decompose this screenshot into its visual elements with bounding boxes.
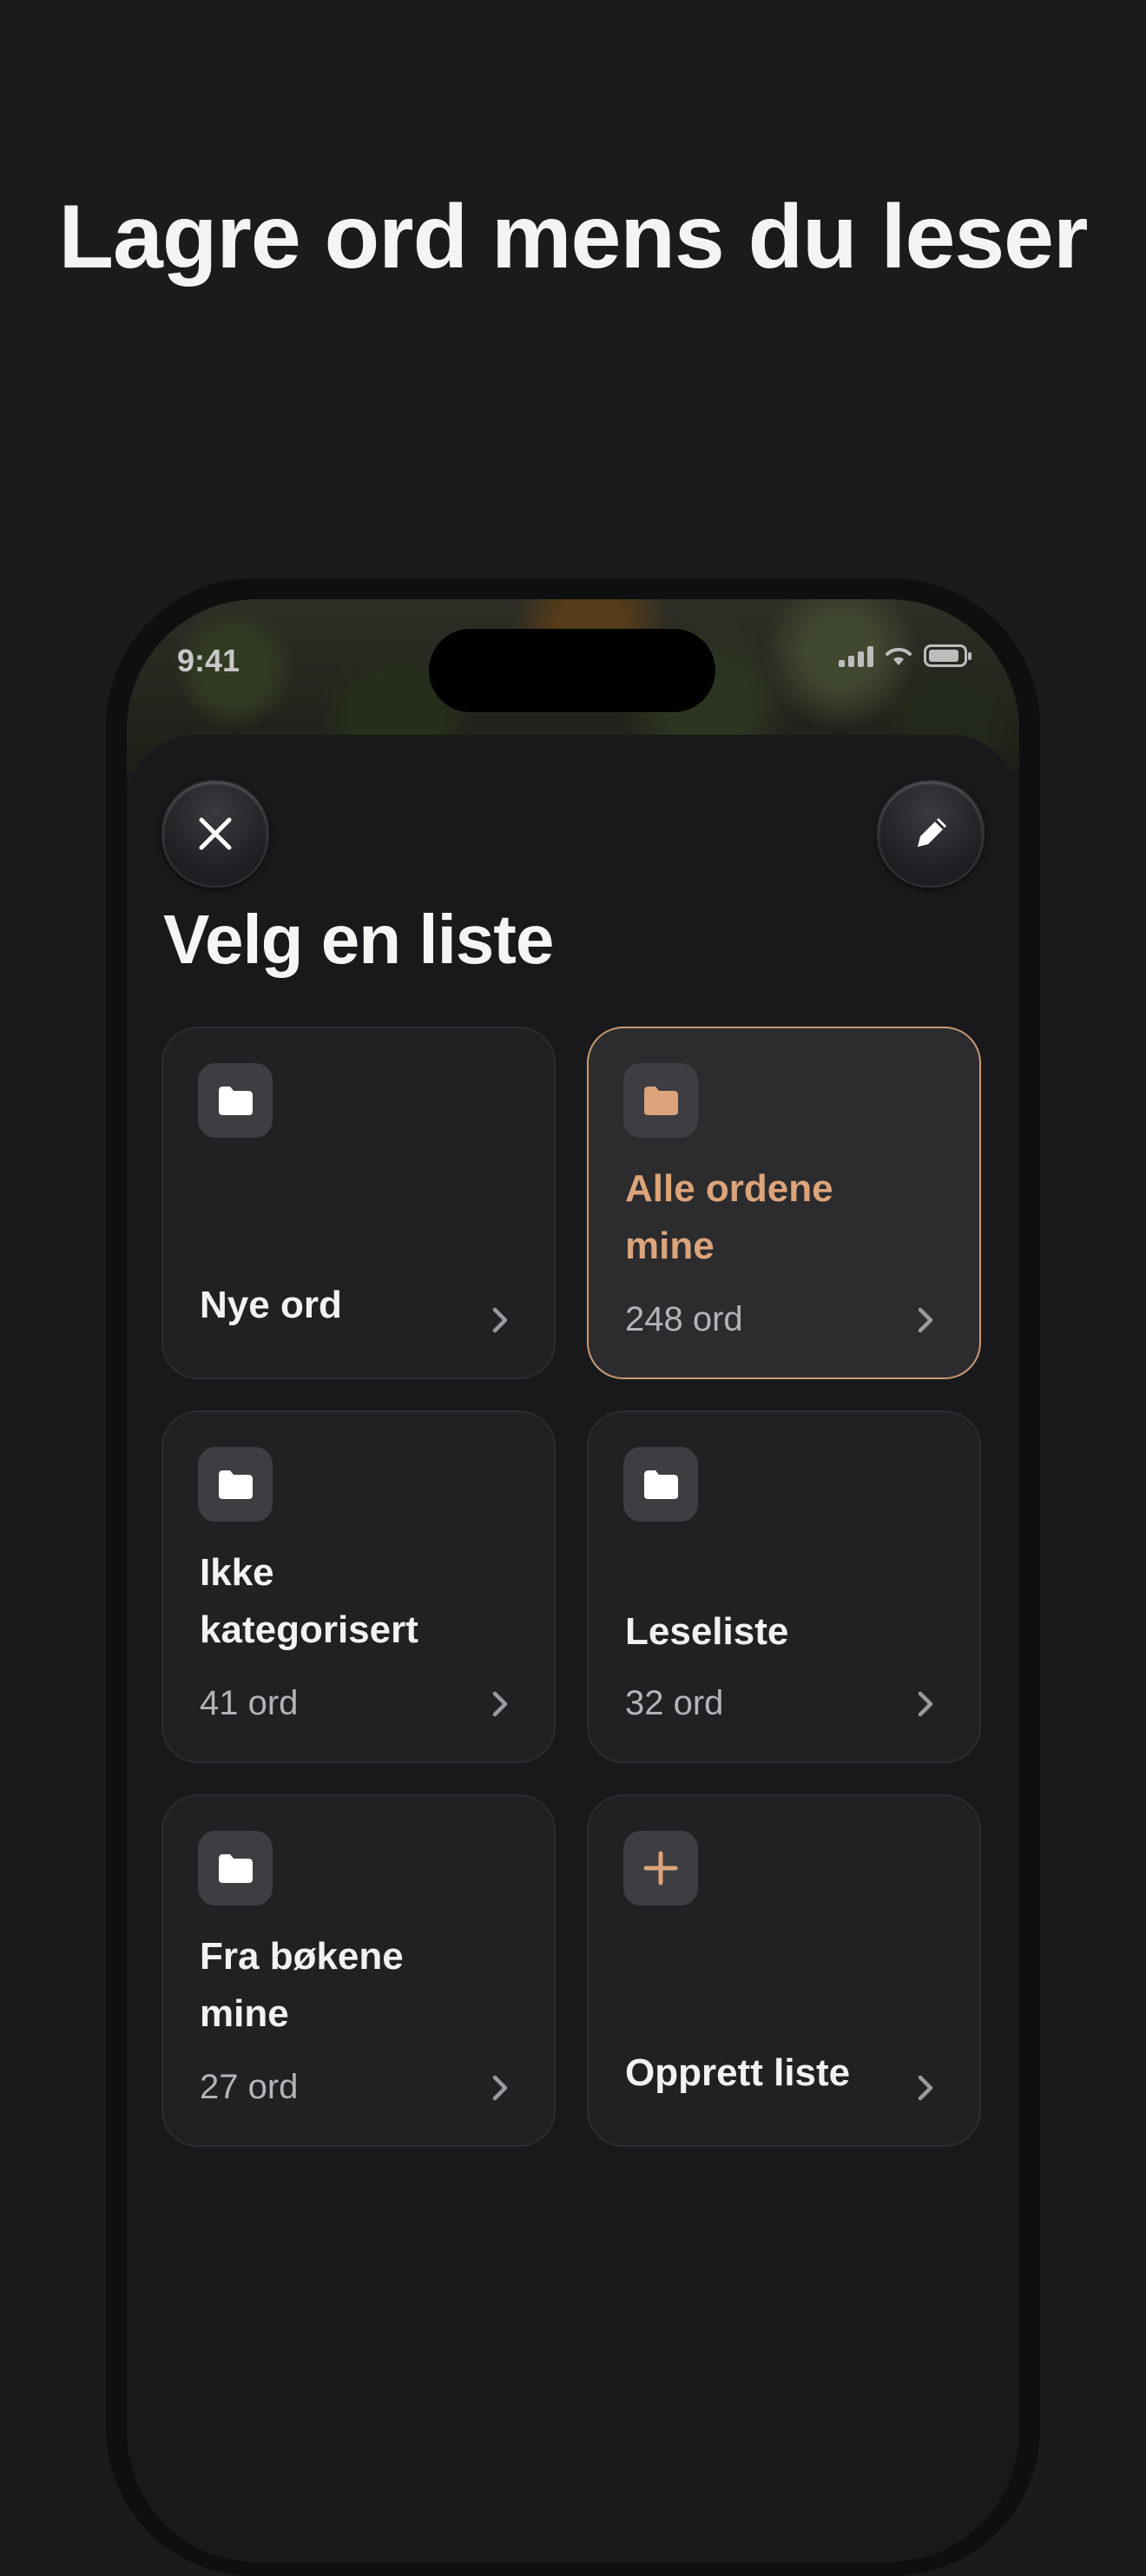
dynamic-island (429, 629, 715, 712)
chevron-right-icon (492, 1307, 508, 1333)
folder-icon (198, 1063, 273, 1138)
list-card-count: 27 ord (200, 2068, 299, 2106)
list-picker-sheet: Velg en liste Nye ord Alle ordene mine 2… (127, 735, 1019, 2562)
list-card-title: Ikke kategorisert (200, 1551, 418, 1651)
chevron-right-icon (492, 1691, 508, 1717)
close-icon (199, 817, 232, 850)
chevron-right-icon (918, 1307, 933, 1333)
folder-icon (198, 1831, 273, 1906)
list-card-title: Nye ord (200, 1284, 342, 1326)
folder-icon (623, 1063, 698, 1138)
sheet-title: Velg en liste (163, 901, 554, 978)
status-time: 9:41 (177, 643, 240, 678)
pencil-icon (918, 818, 946, 847)
chevron-right-icon (918, 2075, 933, 2101)
battery-icon (924, 644, 971, 667)
headline: Lagre ord mens du leser (58, 187, 1089, 287)
list-card-ikke-kategorisert[interactable]: Ikke kategorisert 41 ord (161, 1410, 556, 1763)
wifi-icon (886, 647, 912, 665)
list-card-alle-ordene-mine[interactable]: Alle ordene mine 248 ord (587, 1027, 981, 1379)
list-card-title: Opprett liste (625, 2051, 851, 2094)
chevron-right-icon (492, 2075, 508, 2101)
chevron-right-icon (918, 1691, 933, 1717)
cellular-signal-icon (839, 646, 873, 667)
list-card-title: Fra bøkene mine (200, 1935, 404, 2035)
list-card-fra-bokene-mine[interactable]: Fra bøkene mine 27 ord (161, 1794, 556, 2147)
list-card-title: Leseliste (625, 1610, 789, 1653)
list-card-count: 32 ord (625, 1684, 724, 1722)
list-card-count: 41 ord (200, 1684, 299, 1722)
folder-icon (623, 1447, 698, 1522)
list-card-nye-ord[interactable]: Nye ord (161, 1027, 556, 1379)
folder-icon (198, 1447, 273, 1522)
edit-button[interactable] (877, 780, 985, 888)
plus-icon (623, 1831, 698, 1906)
close-button[interactable] (161, 780, 269, 888)
phone-screen: 9:41 Velg en liste Nye ord Alle ordene m… (127, 599, 1019, 2562)
status-icons (839, 644, 971, 667)
create-list-card[interactable]: Opprett liste (587, 1794, 981, 2147)
list-card-leseliste[interactable]: Leseliste 32 ord (587, 1410, 981, 1763)
list-card-title: Alle ordene mine (625, 1167, 833, 1267)
list-card-count: 248 ord (625, 1300, 743, 1338)
